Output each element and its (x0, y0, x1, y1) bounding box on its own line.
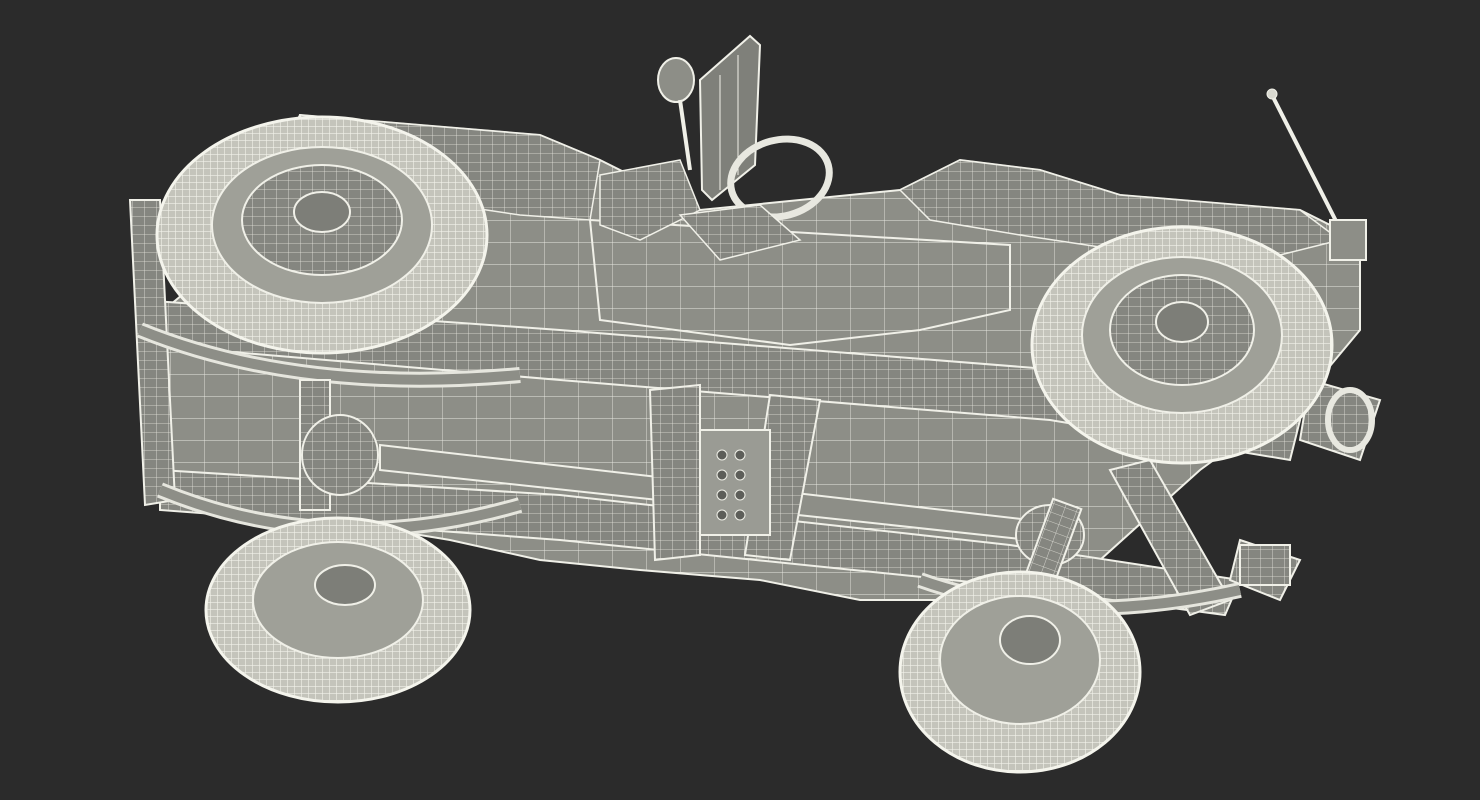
rear-upper-tire (155, 115, 489, 355)
side-mirror (657, 57, 695, 171)
front-lower-tire (898, 570, 1142, 774)
rear-lower-tire (204, 516, 472, 704)
render-viewport (0, 0, 1480, 800)
front-upper-tire (1030, 225, 1334, 465)
wireframe-vehicle-render (128, 34, 1382, 774)
